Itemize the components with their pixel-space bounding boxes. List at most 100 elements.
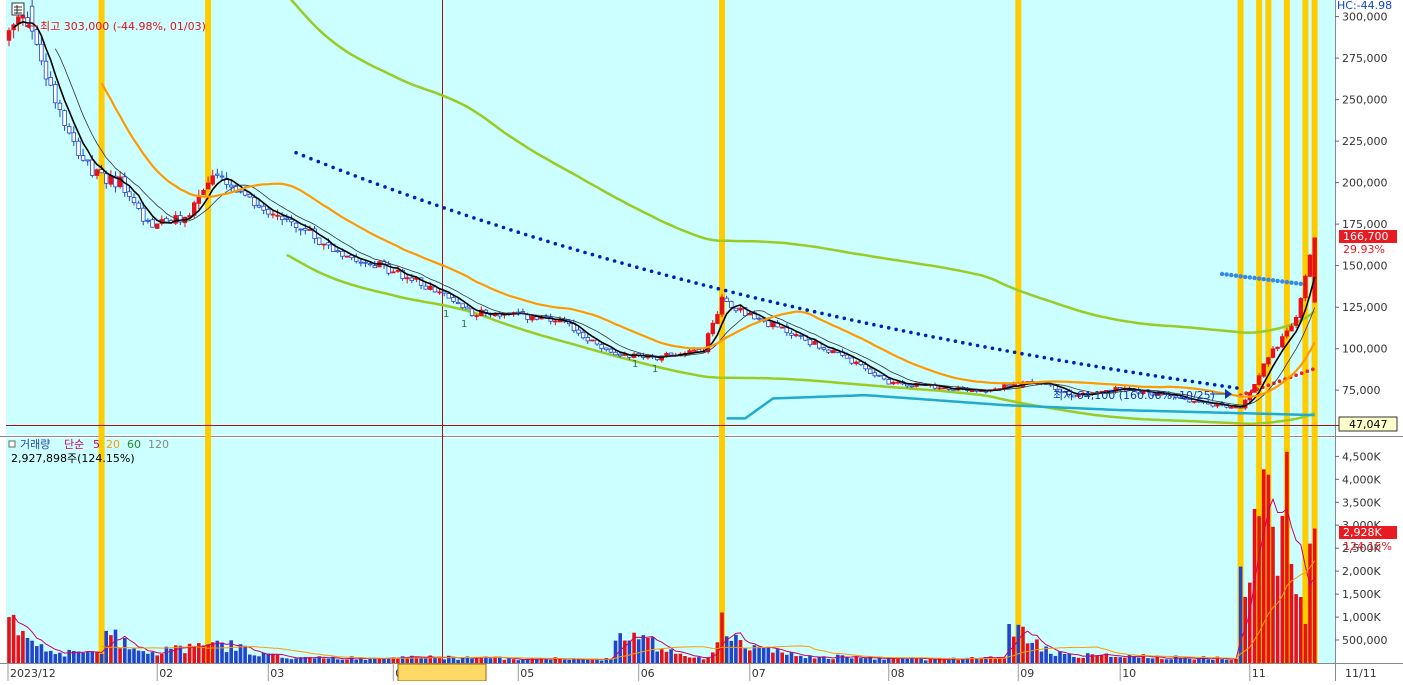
volume-bar (470, 658, 474, 663)
volume-bar (729, 640, 734, 663)
candle-body (942, 387, 947, 390)
volume-tick-label: 4,000K (1342, 473, 1381, 486)
candle-body (613, 351, 618, 356)
volume-bar (789, 652, 794, 663)
candle-body (298, 228, 303, 231)
price-tick-label: 75,000 (1342, 384, 1381, 397)
candle-body (1006, 384, 1012, 387)
volume-bar (599, 660, 604, 663)
volume-bar (53, 654, 58, 663)
volume-bar (1294, 594, 1298, 663)
price-tick-label: 275,000 (1342, 52, 1388, 65)
trend-dot (560, 244, 565, 248)
trend-dot (842, 316, 847, 321)
candle-body (465, 306, 470, 310)
candle-body (76, 140, 81, 156)
candle-body (1275, 346, 1280, 349)
current-volume-change: 124.15% (1343, 540, 1392, 553)
trend-dot (975, 343, 980, 348)
volume-bar (1248, 582, 1252, 663)
trend-dot (1261, 277, 1266, 282)
trend-dot (775, 301, 780, 306)
chart-menu-icon[interactable] (11, 2, 25, 16)
volume-legend-period-120: 120 (148, 438, 169, 451)
trend-dot (746, 294, 750, 298)
volume-bar (289, 659, 294, 663)
volume-bar (340, 659, 345, 663)
volume-bar (99, 653, 104, 663)
volume-bar (567, 659, 571, 663)
trend-dot (1049, 357, 1054, 361)
candle-body (201, 189, 206, 195)
volume-bar (1123, 657, 1127, 663)
trend-dot (575, 248, 580, 253)
candle-body (53, 84, 58, 104)
candle-body (1233, 406, 1239, 409)
candle-body (868, 368, 873, 374)
trend-dot (1293, 281, 1299, 286)
trend-dot (353, 174, 358, 178)
volume-bar (1234, 658, 1238, 663)
trend-dot (946, 338, 950, 342)
trend-dot (1227, 385, 1232, 389)
candle-body (270, 213, 276, 216)
candle-body (344, 255, 350, 258)
trend-dot (523, 232, 528, 237)
x-axis-scroll-thumb[interactable] (397, 663, 487, 682)
trend-dot (1277, 379, 1282, 384)
x-tick-label: 2023/12 (10, 667, 56, 680)
volume-bar (1118, 657, 1122, 663)
trend-dot (1256, 276, 1262, 281)
candle-body (423, 285, 428, 290)
volume-bar (803, 658, 808, 663)
volume-bar (516, 660, 521, 663)
trend-dot (1238, 274, 1243, 279)
volume-bar (678, 653, 683, 663)
volume-bar (1197, 658, 1201, 663)
volume-bar (956, 660, 960, 663)
trend-dot (1161, 375, 1165, 379)
trend-dot (849, 318, 854, 322)
digit-mark: 1 (461, 319, 467, 330)
trend-dot (657, 271, 661, 276)
trend-dot (1094, 364, 1098, 369)
volume-bar (1030, 642, 1034, 663)
current-price-value: 166,700 (1343, 230, 1389, 243)
trend-dot (1086, 363, 1091, 368)
volume-bar (683, 656, 687, 663)
candle-body (340, 250, 345, 257)
trend-dot (516, 230, 521, 234)
trend-dot (857, 319, 861, 324)
volume-bar (849, 658, 854, 663)
volume-bar (974, 658, 979, 663)
volume-bar (673, 653, 678, 663)
signal-highlight-bar (205, 0, 212, 663)
trend-dot (1005, 349, 1009, 353)
volume-bar (1016, 624, 1021, 663)
chart-svg[interactable]: 300,000 275,000 250,000 225,000 200,000 1 75,0… (0, 0, 1403, 682)
volume-bar (1146, 658, 1150, 663)
price-tick-label: 100,000 (1342, 343, 1388, 356)
volume-bar (460, 658, 465, 663)
volume-bar (942, 659, 947, 663)
volume-bar (67, 649, 71, 663)
volume-bar (586, 659, 590, 663)
trend-dot (1299, 371, 1304, 376)
volume-bar (618, 633, 622, 663)
volume-bar (1150, 658, 1155, 663)
signal-highlight-bar (1015, 0, 1022, 663)
trend-dot (553, 241, 558, 246)
volume-bar (771, 652, 775, 663)
trend-dot (323, 162, 328, 167)
candle-body (937, 387, 942, 390)
volume-bar (507, 658, 511, 663)
volume-bar (1192, 659, 1197, 663)
trend-dot (783, 303, 787, 307)
trend-dot (546, 239, 550, 244)
stock-chart[interactable]: 300,000 275,000 250,000 225,000 200,000 1 75,0… (0, 0, 1403, 682)
volume-bar (1238, 566, 1243, 663)
volume-bar (275, 654, 280, 663)
volume-bar (933, 659, 937, 663)
trend-dot (835, 314, 839, 319)
trend-dot (538, 237, 543, 241)
